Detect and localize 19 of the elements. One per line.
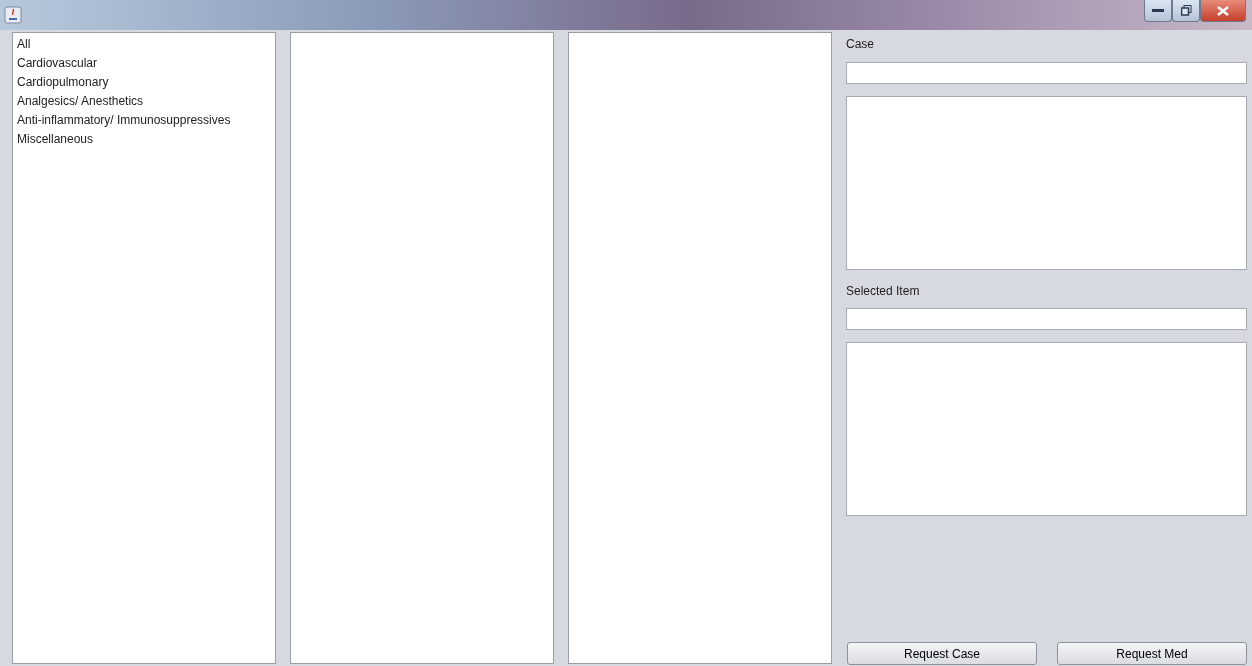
restore-icon: [1180, 5, 1192, 16]
category-item[interactable]: Analgesics/ Anesthetics: [17, 92, 271, 111]
restore-button[interactable]: [1172, 0, 1200, 22]
case-field[interactable]: [846, 62, 1247, 84]
close-button[interactable]: [1200, 0, 1246, 22]
minimize-icon: [1152, 8, 1164, 13]
request-button[interactable]: Request Case: [847, 642, 1037, 665]
selected-item-label: Selected Item: [846, 284, 920, 298]
selected-item-field[interactable]: [846, 308, 1247, 330]
category-item[interactable]: All: [17, 35, 271, 54]
category-item[interactable]: Anti-inflammatory/ Immunosuppressives: [17, 111, 271, 130]
app-icon: [4, 6, 22, 24]
category-item[interactable]: Cardiopulmonary: [17, 73, 271, 92]
category-item[interactable]: Cardiovascular: [17, 54, 271, 73]
request-button[interactable]: Request Med: [1057, 642, 1247, 665]
case-label: Case: [846, 37, 874, 51]
category-item[interactable]: Miscellaneous: [17, 130, 271, 149]
close-icon: [1217, 5, 1229, 16]
minimize-button[interactable]: [1144, 0, 1172, 22]
